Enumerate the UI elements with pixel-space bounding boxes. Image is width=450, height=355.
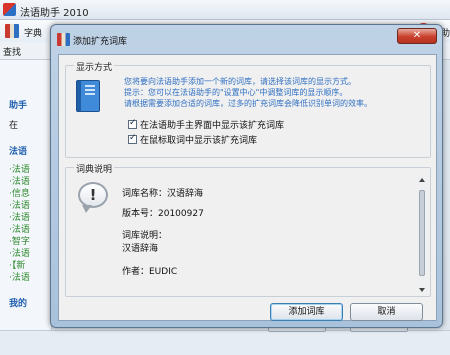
book-icon [76, 80, 100, 112]
dictionary-author: 作者：EUDIC [122, 267, 178, 277]
display-description: 您将要向法语助手添加一个新的词库，请选择该词库的显示方式。 提示：您可以在法语助… [124, 76, 424, 109]
add-dictionary-button[interactable]: 添加词库 [270, 303, 343, 321]
dictionary-name: 词库名称：汉语辞海 [122, 189, 204, 199]
add-dictionary-dialog: 添加扩充词库 ✕ 显示方式 您将要向法语助手添加一个新的词库，请选择该词库的显示… [50, 24, 443, 328]
dialog-body: 显示方式 您将要向法语助手添加一个新的词库，请选择该词库的显示方式。 提示：您可… [58, 54, 437, 321]
info-bubble-tail [82, 205, 92, 213]
app-sidebar: 助手 在 法语 ·法语 ·法语 ·信息 ·法语 ·法语 ·法语 ·智字 ·法语 … [0, 60, 52, 340]
group-label: 显示方式 [74, 60, 115, 73]
sidebar-heading: 我的 [9, 299, 28, 309]
option-label: 在法语助手主界面中显示该扩充词库 [140, 121, 285, 131]
description-line: 提示：您可以在法语助手的"设置中心"中调整词库的显示顺序。 [124, 88, 348, 97]
scroll-up-icon[interactable] [419, 178, 425, 182]
checkbox[interactable] [128, 133, 137, 144]
dialog-title: 添加扩充词库 [73, 37, 128, 47]
sidebar-text: 在 [9, 121, 19, 131]
option-mouse-lookup[interactable]: 在鼠标取词中显示该扩充词库 [128, 133, 257, 146]
cancel-button[interactable]: 取消 [350, 303, 423, 321]
close-icon[interactable]: ✕ [397, 28, 437, 44]
checkbox[interactable] [128, 118, 137, 129]
option-label: 在鼠标取词中显示该扩充词库 [140, 136, 258, 146]
dictionary-icon[interactable] [5, 24, 19, 38]
description-line: 您将要向法语助手添加一个新的词库，请选择该词库的显示方式。 [124, 77, 356, 86]
dictionary-desc-value: 汉语辞海 [122, 244, 159, 254]
display-mode-group: 显示方式 您将要向法语助手添加一个新的词库，请选择该词库的显示方式。 提示：您可… [65, 60, 431, 158]
search-label[interactable]: 查找 [3, 45, 21, 58]
dictionary-version: 版本号：20100927 [122, 209, 204, 219]
dictionary-icon [57, 33, 70, 46]
dictionary-info-group: 词典说明 ! 词库名称：汉语辞海 版本号：20100927 词库说明： 汉语辞海… [65, 162, 431, 297]
app-bottom-bar [0, 330, 450, 355]
option-main-ui[interactable]: 在法语助手主界面中显示该扩充词库 [128, 118, 284, 131]
group-label: 词典说明 [74, 162, 115, 175]
app-title: 法语助手 2010 [20, 8, 89, 19]
app-title-bar: 法语助手 2010 [0, 0, 450, 20]
sidebar-heading: 助手 [9, 101, 28, 111]
info-scrollbar[interactable] [417, 176, 428, 294]
app-logo-icon [3, 3, 16, 16]
sidebar-heading: 法语 [9, 147, 28, 157]
dialog-title-bar[interactable]: 添加扩充词库 ✕ [51, 25, 442, 53]
description-line: 请根据需要添加合适的词库，过多的扩充词库会降低识别单词的效率。 [124, 99, 372, 108]
dictionary-desc-label: 词库说明： [122, 231, 168, 241]
sidebar-link[interactable]: ·法语 [9, 270, 30, 283]
menu-dictionary[interactable]: 字典 [24, 26, 42, 39]
scroll-down-icon[interactable] [419, 288, 425, 292]
scroll-thumb[interactable] [419, 190, 425, 276]
